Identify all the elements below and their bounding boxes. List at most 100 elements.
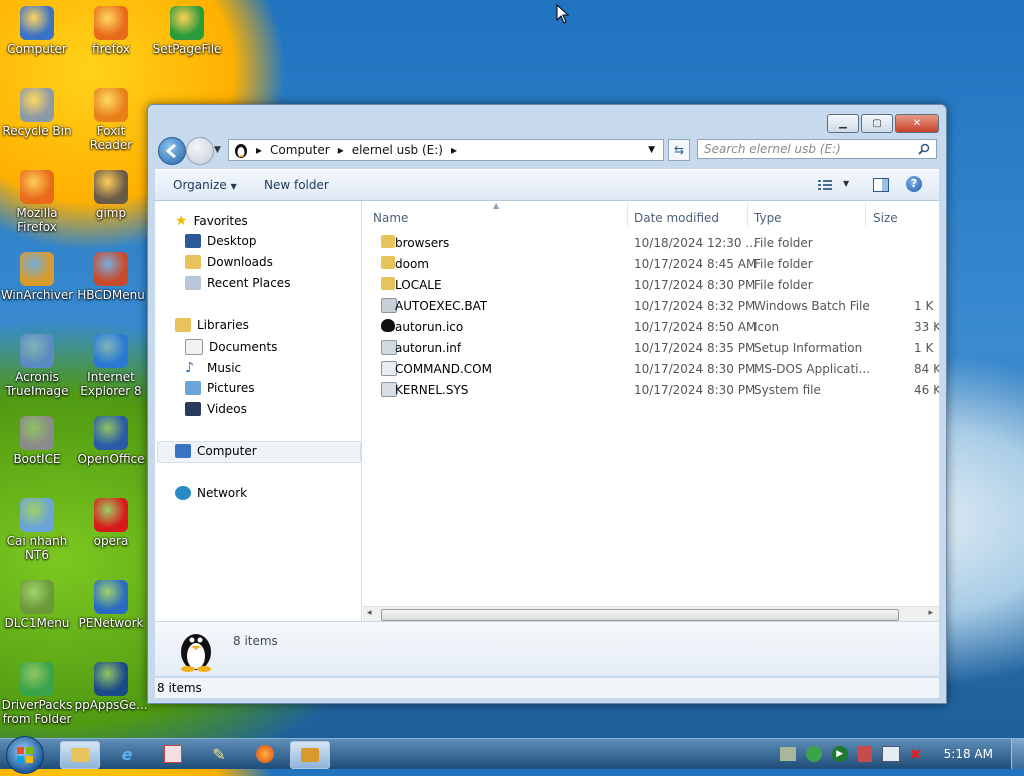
desktop-icon-recycle-bin[interactable]: Recycle Bin <box>0 88 74 138</box>
cell-date: 10/17/2024 8:35 PM <box>634 341 756 355</box>
desktop-icon-setpagefile[interactable]: SetPageFile <box>150 6 224 56</box>
table-row[interactable]: autorun.inf 10/17/2024 8:35 PM Setup Infor… <box>379 339 939 357</box>
taskbar-explorer[interactable] <box>60 741 100 769</box>
cell-type: System file <box>754 383 821 397</box>
scroll-thumb[interactable] <box>381 609 899 621</box>
nav-favorites[interactable]: ★ Favorites <box>175 213 248 229</box>
desktop-icon-gimp[interactable]: gimp <box>74 170 148 220</box>
desktop-icon-computer[interactable]: Computer <box>0 6 74 56</box>
refresh-button[interactable]: ⇆ <box>668 139 690 161</box>
search-input[interactable]: Search elernel usb (E:) <box>704 142 841 156</box>
tray-play-icon[interactable]: ▶ <box>831 746 848 762</box>
table-row[interactable]: autorun.ico 10/17/2024 8:50 AM Icon 33 K <box>379 318 939 336</box>
desktop-icon-cai-nhanh[interactable]: Cai nhanh NT6 <box>0 498 74 562</box>
address-bar[interactable]: ▸ Computer ▸ elernel usb (E:) ▸ ▼ <box>228 139 664 161</box>
search-box[interactable]: Search elernel usb (E:) <box>697 139 937 159</box>
organize-label: Organize <box>173 178 227 192</box>
desktop-icon-foxit-reader[interactable]: Foxit Reader <box>74 88 148 152</box>
table-row[interactable]: COMMAND.COM 10/17/2024 8:30 PM MS-DOS Appl… <box>379 360 939 378</box>
desktop-icon-openoffice[interactable]: OpenOffice <box>74 416 148 466</box>
taskbar-app-2[interactable] <box>154 741 192 767</box>
back-button[interactable] <box>158 137 186 165</box>
desktop-icon-opera[interactable]: opera <box>74 498 148 548</box>
close-button[interactable]: ✕ <box>895 114 939 133</box>
start-button[interactable] <box>6 736 44 774</box>
desktop-icon-ppappsge[interactable]: ppAppsGe... <box>74 662 148 712</box>
libraries-icon <box>175 318 191 332</box>
desktop-icon-hbcdmenu[interactable]: HBCDMenu <box>74 252 148 302</box>
column-header-type[interactable]: Type <box>754 211 782 225</box>
views-icon[interactable] <box>818 179 832 191</box>
address-dropdown-icon[interactable]: ▼ <box>648 145 655 155</box>
firefox-icon <box>94 6 128 40</box>
cell-type: Setup Information <box>754 341 863 355</box>
nav-recent-places[interactable]: Recent Places <box>185 276 290 290</box>
explorer-window[interactable]: ▁ ▢ ✕ ▼ ▸ Computer ▸ elernel usb (E:) ▸ … <box>147 104 947 704</box>
tray-security-icon[interactable] <box>805 746 822 762</box>
scroll-left-icon[interactable]: ◂ <box>367 608 372 618</box>
organize-button[interactable]: Organize ▼ <box>173 178 237 192</box>
tray-network-icon[interactable] <box>881 746 900 762</box>
refresh-icon: ⇆ <box>673 143 685 157</box>
nav-documents[interactable]: Documents <box>185 339 277 355</box>
nav-network[interactable]: Network <box>175 486 247 500</box>
tray-tool-icon[interactable] <box>857 746 872 762</box>
paint-icon: ✎ <box>212 744 226 764</box>
table-row[interactable]: doom 10/17/2024 8:45 AM File folder <box>379 255 939 273</box>
desktop-icon-bootice[interactable]: BootICE <box>0 416 74 466</box>
taskbar-app-3[interactable]: ✎ <box>200 741 238 767</box>
tray-usb-icon[interactable] <box>779 747 796 761</box>
nav-pictures[interactable]: Pictures <box>185 381 255 395</box>
desktop-icon-driverpacks[interactable]: DriverPacks from Folder <box>0 662 74 726</box>
nav-videos[interactable]: Videos <box>185 402 247 416</box>
desktop-icon-winarchiver[interactable]: WinArchiver <box>0 252 74 302</box>
desktop-icon-acronis[interactable]: Acronis TrueImage <box>0 334 74 398</box>
show-desktop-button[interactable] <box>1011 739 1024 769</box>
nav-computer[interactable]: Computer <box>175 444 257 458</box>
status-bar: 8 items <box>155 677 939 698</box>
column-divider[interactable] <box>747 203 748 227</box>
column-divider[interactable] <box>865 203 866 227</box>
desktop-icon-mozilla-firefox[interactable]: Mozilla Firefox <box>0 170 74 234</box>
column-header-size[interactable]: Size <box>873 211 898 225</box>
column-header-date[interactable]: Date modified <box>634 211 719 225</box>
desktop-icon-dlc1menu[interactable]: DLC1Menu <box>0 580 74 630</box>
scroll-right-icon[interactable]: ▸ <box>928 608 933 618</box>
preview-pane-icon[interactable] <box>873 178 889 192</box>
table-row[interactable]: browsers 10/18/2024 12:30 ... File folder <box>379 234 939 252</box>
cell-date: 10/17/2024 8:45 AM <box>634 257 757 271</box>
recent-pages-dropdown[interactable]: ▼ <box>214 145 221 155</box>
help-button[interactable]: ? <box>906 176 922 192</box>
taskbar-firefox[interactable] <box>246 741 284 767</box>
breadcrumb-drive[interactable]: elernel usb (E:) <box>352 143 443 157</box>
minimize-button[interactable]: ▁ <box>827 114 859 133</box>
maximize-button[interactable]: ▢ <box>861 114 893 133</box>
clock[interactable]: 5:18 AM <box>944 747 993 761</box>
column-header-name[interactable]: Name <box>373 211 408 225</box>
nav-downloads[interactable]: Downloads <box>185 255 273 269</box>
nav-music[interactable]: ♪ Music <box>185 360 241 376</box>
nav-desktop[interactable]: Desktop <box>185 234 257 248</box>
forward-button[interactable] <box>186 137 214 165</box>
table-row[interactable]: LOCALE 10/17/2024 8:30 PM File folder <box>379 276 939 294</box>
table-row[interactable]: KERNEL.SYS 10/17/2024 8:30 PM System file 4… <box>379 381 939 399</box>
cai-nhanh-icon <box>20 498 54 532</box>
cell-date: 10/17/2024 8:50 AM <box>634 320 757 334</box>
views-dropdown-icon[interactable]: ▼ <box>843 179 849 188</box>
nav-favorites-label: Favorites <box>193 214 248 228</box>
tray-volume-muted-icon[interactable]: ✖ <box>910 747 926 763</box>
taskbar-winarchiver[interactable] <box>290 741 330 769</box>
desktop-icon-internet-explorer[interactable]: Internet Explorer 8 <box>74 334 148 398</box>
new-folder-button[interactable]: New folder <box>264 178 329 192</box>
cell-type: File folder <box>754 278 813 292</box>
table-row[interactable]: AUTOEXEC.BAT 10/17/2024 8:32 PM Windows Ba… <box>379 297 939 315</box>
breadcrumb-computer[interactable]: Computer <box>270 143 330 157</box>
ppappsge-icon <box>94 662 128 696</box>
desktop-icon-firefox[interactable]: firefox <box>74 6 148 56</box>
nav-libraries[interactable]: Libraries <box>175 318 249 332</box>
desktop-icon-penetwork[interactable]: PENetwork <box>74 580 148 630</box>
details-pane: 8 items <box>155 621 939 676</box>
column-divider[interactable] <box>627 203 628 227</box>
horizontal-scrollbar[interactable]: ◂ ▸ <box>363 606 939 622</box>
taskbar-internet-explorer[interactable]: e <box>108 741 146 767</box>
